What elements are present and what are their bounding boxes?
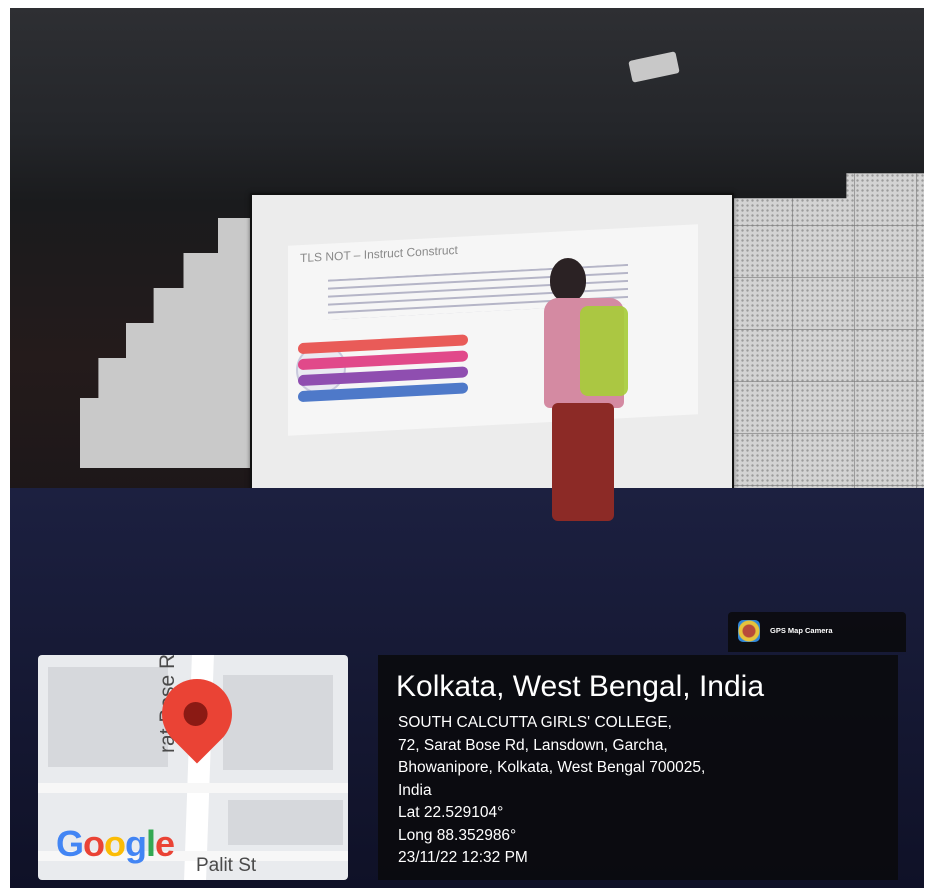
presenter-legs	[552, 403, 614, 521]
map-block	[228, 800, 343, 845]
location-info-panel: Kolkata, West Bengal, India SOUTH CALCUT…	[378, 655, 898, 880]
location-map: rat Bose R Palit St Google	[38, 655, 348, 880]
acoustic-panels-right	[730, 173, 924, 488]
presenter-head	[550, 258, 586, 302]
address-line: Bhowanipore, Kolkata, West Bengal 700025…	[398, 759, 706, 776]
address-line: SOUTH CALCUTTA GIRLS' COLLEGE,	[398, 714, 672, 731]
datetime: 23/11/22 12:32 PM	[398, 849, 528, 866]
slide-title: TLS NOT – Instruct Construct	[300, 242, 458, 266]
presenter	[540, 258, 640, 523]
map-block	[223, 675, 333, 770]
map-road	[38, 783, 348, 793]
address-line: India	[398, 781, 432, 799]
address-line: 72, Sarat Bose Rd, Lansdown, Garcha,	[398, 736, 668, 754]
latitude: Lat 22.529104°	[398, 804, 504, 821]
google-logo: Google	[56, 823, 175, 864]
gps-map-camera-icon	[738, 620, 760, 642]
location-title: Kolkata, West Bengal, India	[396, 670, 764, 703]
badge-app-name: GPS Map Camera	[770, 626, 833, 635]
address-block: SOUTH CALCUTTA GIRLS' COLLEGE, 72, Sarat…	[398, 712, 705, 870]
presenter-vest	[580, 306, 628, 396]
map-block	[48, 667, 168, 767]
projection-screen: TLS NOT – Instruct Construct	[250, 193, 734, 492]
map-pin-dot	[178, 697, 213, 731]
gps-camera-badge: GPS Map Camera	[728, 612, 906, 652]
longitude: Long 88.352986°	[398, 826, 517, 844]
map-street-label: Palit St	[196, 855, 257, 876]
ceiling-light	[628, 51, 680, 83]
